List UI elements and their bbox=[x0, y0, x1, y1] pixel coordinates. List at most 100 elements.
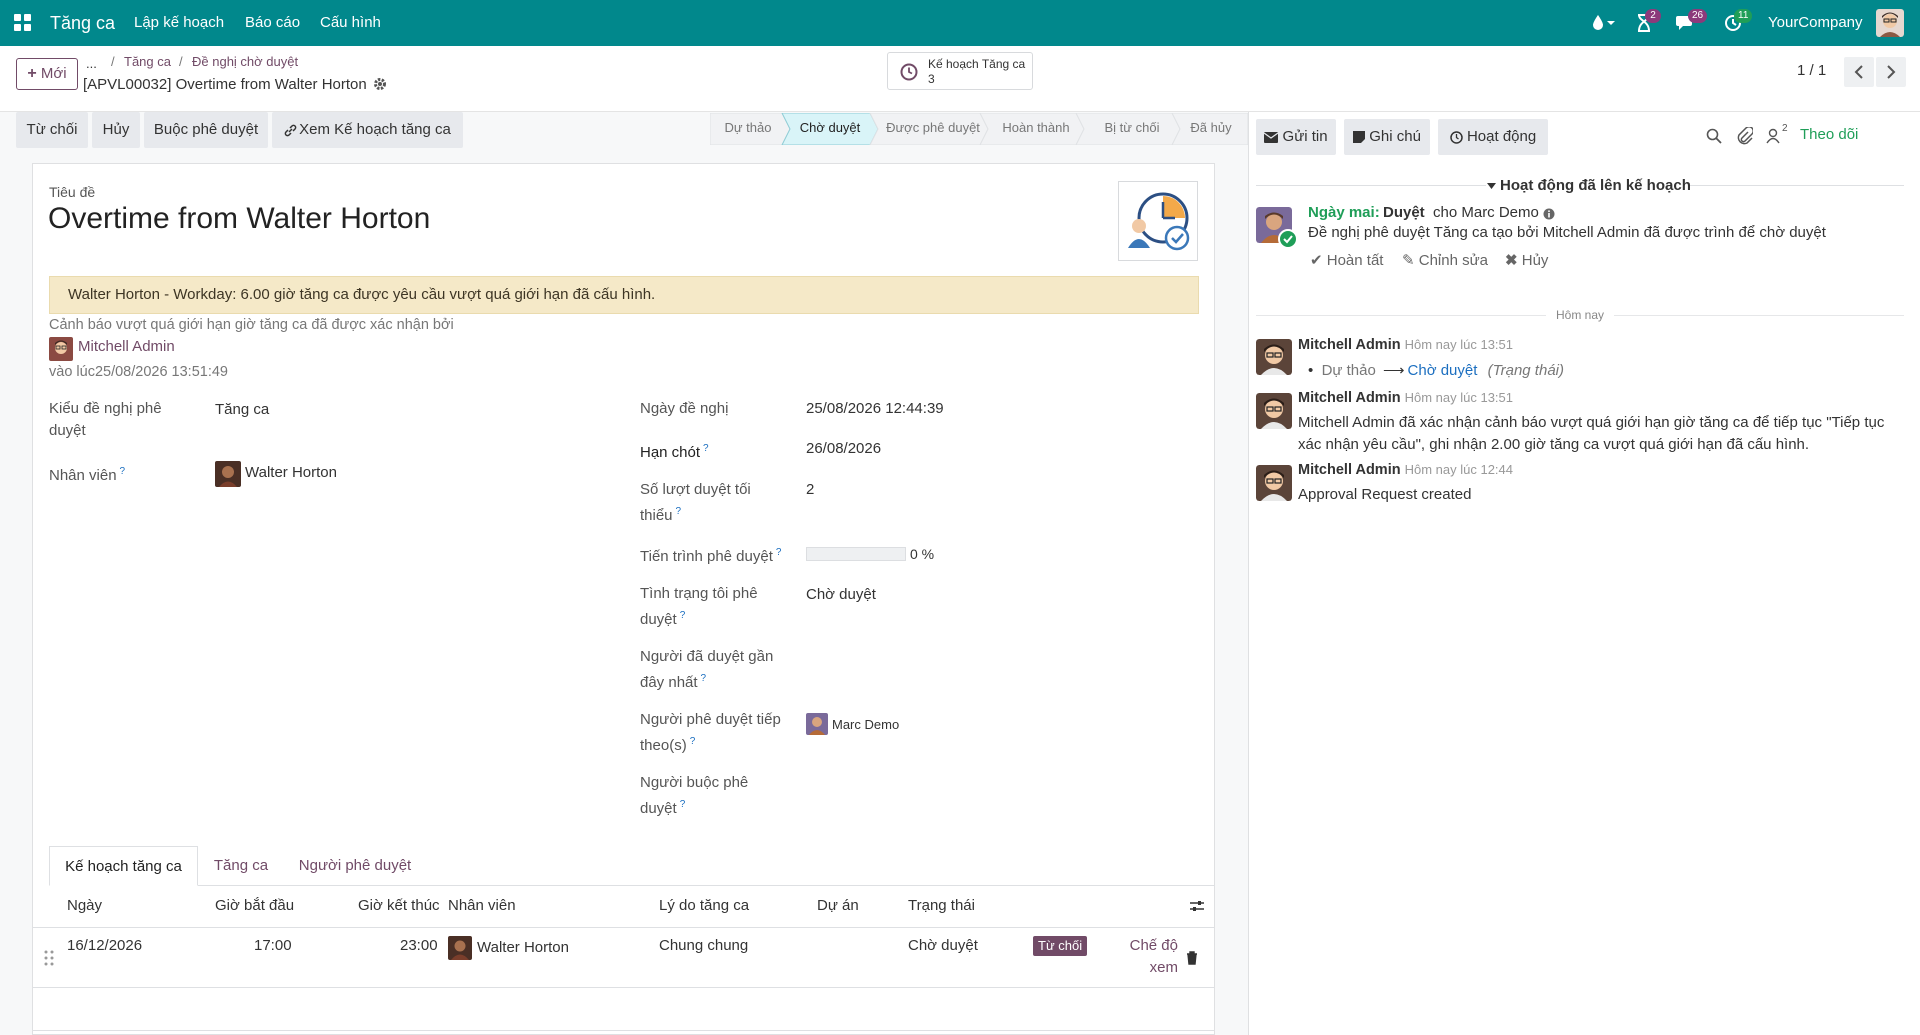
info-icon[interactable] bbox=[1543, 208, 1555, 220]
breadcrumb-pending[interactable]: Đề nghị chờ duyệt bbox=[192, 54, 298, 69]
paperclip-icon[interactable] bbox=[1737, 127, 1753, 145]
tab-overtime[interactable]: Tăng ca bbox=[206, 846, 276, 886]
reject-button[interactable]: Từ chối bbox=[16, 112, 88, 148]
updates-icon[interactable] bbox=[1724, 0, 1742, 46]
cancel-activity-label: Hủy bbox=[1521, 252, 1549, 269]
help-icon[interactable]: ? bbox=[690, 736, 696, 747]
note-icon bbox=[1353, 131, 1366, 144]
company-name[interactable]: YourCompany bbox=[1768, 0, 1863, 46]
request-date-label: Ngày đề nghị bbox=[640, 400, 729, 417]
menu-planning[interactable]: Lập kế hoạch bbox=[134, 0, 224, 46]
forced-by-label-text: Người buộc phê duyệt bbox=[640, 774, 749, 817]
employee-link[interactable]: Walter Horton bbox=[245, 462, 337, 484]
help-icon[interactable]: ? bbox=[680, 799, 686, 810]
breadcrumb-separator: / bbox=[179, 54, 183, 69]
column-date[interactable]: Ngày bbox=[67, 895, 102, 917]
drag-handle-icon[interactable] bbox=[44, 950, 54, 966]
overtime-plan-smart-button[interactable]: Kế hoạch Tăng ca 3 bbox=[887, 52, 1033, 90]
activity-button[interactable]: Hoạt động bbox=[1438, 119, 1548, 155]
new-button[interactable]: + Mới bbox=[16, 58, 78, 90]
edit-activity-label: Chỉnh sửa bbox=[1418, 252, 1488, 269]
search-icon[interactable] bbox=[1706, 128, 1722, 144]
help-icon[interactable]: ? bbox=[120, 466, 126, 477]
progress-label: Tiến trình phê duyệt? bbox=[640, 542, 781, 568]
breadcrumb-more[interactable]: ... bbox=[86, 56, 97, 71]
water-drop-icon[interactable] bbox=[1592, 0, 1616, 46]
message-author[interactable]: Mitchell Admin bbox=[1298, 390, 1401, 406]
pencil-icon: ✎ bbox=[1402, 252, 1415, 269]
column-project[interactable]: Dự án bbox=[817, 895, 859, 917]
menu-configuration[interactable]: Cấu hình bbox=[320, 0, 381, 46]
min-approvals-value[interactable]: 2 bbox=[806, 479, 814, 501]
user-avatar[interactable] bbox=[1876, 0, 1904, 46]
employee-label: Nhân viên? bbox=[49, 461, 125, 487]
followers-icon[interactable] bbox=[1766, 128, 1780, 144]
tab-approvers[interactable]: Người phê duyệt bbox=[288, 846, 422, 886]
forced-by-label: Người buộc phê duyệt? bbox=[640, 772, 790, 820]
cancel-button[interactable]: Hủy bbox=[92, 112, 140, 148]
record-name[interactable]: Overtime from Walter Horton bbox=[48, 202, 430, 236]
column-status[interactable]: Trạng thái bbox=[908, 895, 975, 917]
stage-draft[interactable]: Dự thảo bbox=[710, 113, 786, 143]
breadcrumb-separator: / bbox=[111, 54, 115, 69]
progress-label-text: Tiến trình phê duyệt bbox=[640, 548, 773, 565]
help-icon[interactable]: ? bbox=[703, 443, 709, 454]
column-end[interactable]: Giờ kết thúc bbox=[358, 895, 440, 917]
trash-icon[interactable] bbox=[1186, 951, 1198, 965]
request-date-value[interactable]: 25/08/2026 12:44:39 bbox=[806, 398, 944, 420]
activity-icon[interactable] bbox=[1636, 0, 1652, 46]
stage-cancelled[interactable]: Đã hủy bbox=[1180, 113, 1242, 143]
mark-done-button[interactable]: ✔ Hoàn tất bbox=[1310, 251, 1383, 269]
view-mode-link[interactable]: Chế độ xem bbox=[1118, 935, 1178, 979]
tracking-old-value: Dự thảo bbox=[1321, 362, 1376, 379]
message-author[interactable]: Mitchell Admin bbox=[1298, 462, 1401, 478]
request-type-value[interactable]: Tăng ca bbox=[215, 399, 269, 421]
help-icon[interactable]: ? bbox=[680, 610, 686, 621]
cancel-activity-button[interactable]: ✖ Hủy bbox=[1505, 251, 1548, 269]
messages-icon[interactable] bbox=[1676, 0, 1696, 46]
help-icon[interactable]: ? bbox=[776, 547, 782, 558]
tab-overtime-plan[interactable]: Kế hoạch tăng ca bbox=[49, 846, 198, 886]
deadline-value[interactable]: 26/08/2026 bbox=[806, 438, 881, 460]
table-header-row bbox=[33, 886, 1214, 928]
employee-label-text: Nhân viên bbox=[49, 467, 117, 484]
edit-activity-button[interactable]: ✎ Chỉnh sửa bbox=[1402, 251, 1488, 269]
app-name[interactable]: Tăng ca bbox=[50, 0, 115, 46]
message-avatar bbox=[1256, 465, 1292, 501]
help-icon[interactable]: ? bbox=[676, 506, 682, 517]
gear-icon[interactable] bbox=[373, 77, 387, 91]
caret-down-icon bbox=[1487, 183, 1496, 190]
pager-next-button[interactable] bbox=[1876, 57, 1906, 87]
force-approve-button[interactable]: Buộc phê duyệt bbox=[144, 112, 268, 148]
planned-activities-header[interactable]: Hoạt động đã lên kế hoạch bbox=[1487, 177, 1691, 194]
breadcrumb-overtime[interactable]: Tăng ca bbox=[124, 54, 171, 69]
reject-line-button[interactable]: Từ chối bbox=[1033, 936, 1088, 956]
send-message-button[interactable]: Gửi tin bbox=[1256, 119, 1336, 155]
pager-value[interactable]: 1 / 1 bbox=[1797, 62, 1826, 79]
log-note-button[interactable]: Ghi chú bbox=[1344, 119, 1430, 155]
stage-pending[interactable]: Chờ duyệt bbox=[786, 113, 874, 143]
menu-reporting[interactable]: Báo cáo bbox=[245, 0, 300, 46]
message-header: Mitchell Admin Hôm nay lúc 13:51 bbox=[1298, 390, 1513, 406]
stage-done[interactable]: Hoàn thành bbox=[988, 113, 1084, 143]
column-start[interactable]: Giờ bắt đầu bbox=[215, 895, 294, 917]
approval-progress-bar bbox=[806, 547, 906, 561]
follow-button[interactable]: Theo dõi bbox=[1800, 126, 1858, 143]
column-settings-icon[interactable] bbox=[1189, 898, 1205, 914]
pager-prev-button[interactable] bbox=[1844, 57, 1874, 87]
help-icon[interactable]: ? bbox=[701, 673, 707, 684]
column-employee[interactable]: Nhân viên bbox=[448, 895, 516, 917]
apps-menu-icon[interactable] bbox=[14, 0, 32, 46]
overtime-clock-image[interactable] bbox=[1118, 181, 1198, 261]
message-header: Mitchell Admin Hôm nay lúc 12:44 bbox=[1298, 462, 1513, 478]
next-approver-name[interactable]: Marc Demo bbox=[832, 714, 899, 736]
stage-approved[interactable]: Được phê duyệt bbox=[878, 113, 988, 143]
arrow-right-icon: ⟶ bbox=[1383, 362, 1405, 379]
stage-rejected[interactable]: Bị từ chối bbox=[1084, 113, 1180, 143]
my-status-label: Tình trạng tôi phê duyệt? bbox=[640, 583, 790, 631]
confirmed-by-link[interactable]: Mitchell Admin bbox=[78, 338, 175, 355]
message-author[interactable]: Mitchell Admin bbox=[1298, 337, 1401, 353]
row-status: Chờ duyệt bbox=[908, 937, 978, 954]
column-reason[interactable]: Lý do tăng ca bbox=[659, 895, 749, 917]
view-overtime-plan-button[interactable]: Xem Kế hoạch tăng ca bbox=[272, 112, 463, 148]
